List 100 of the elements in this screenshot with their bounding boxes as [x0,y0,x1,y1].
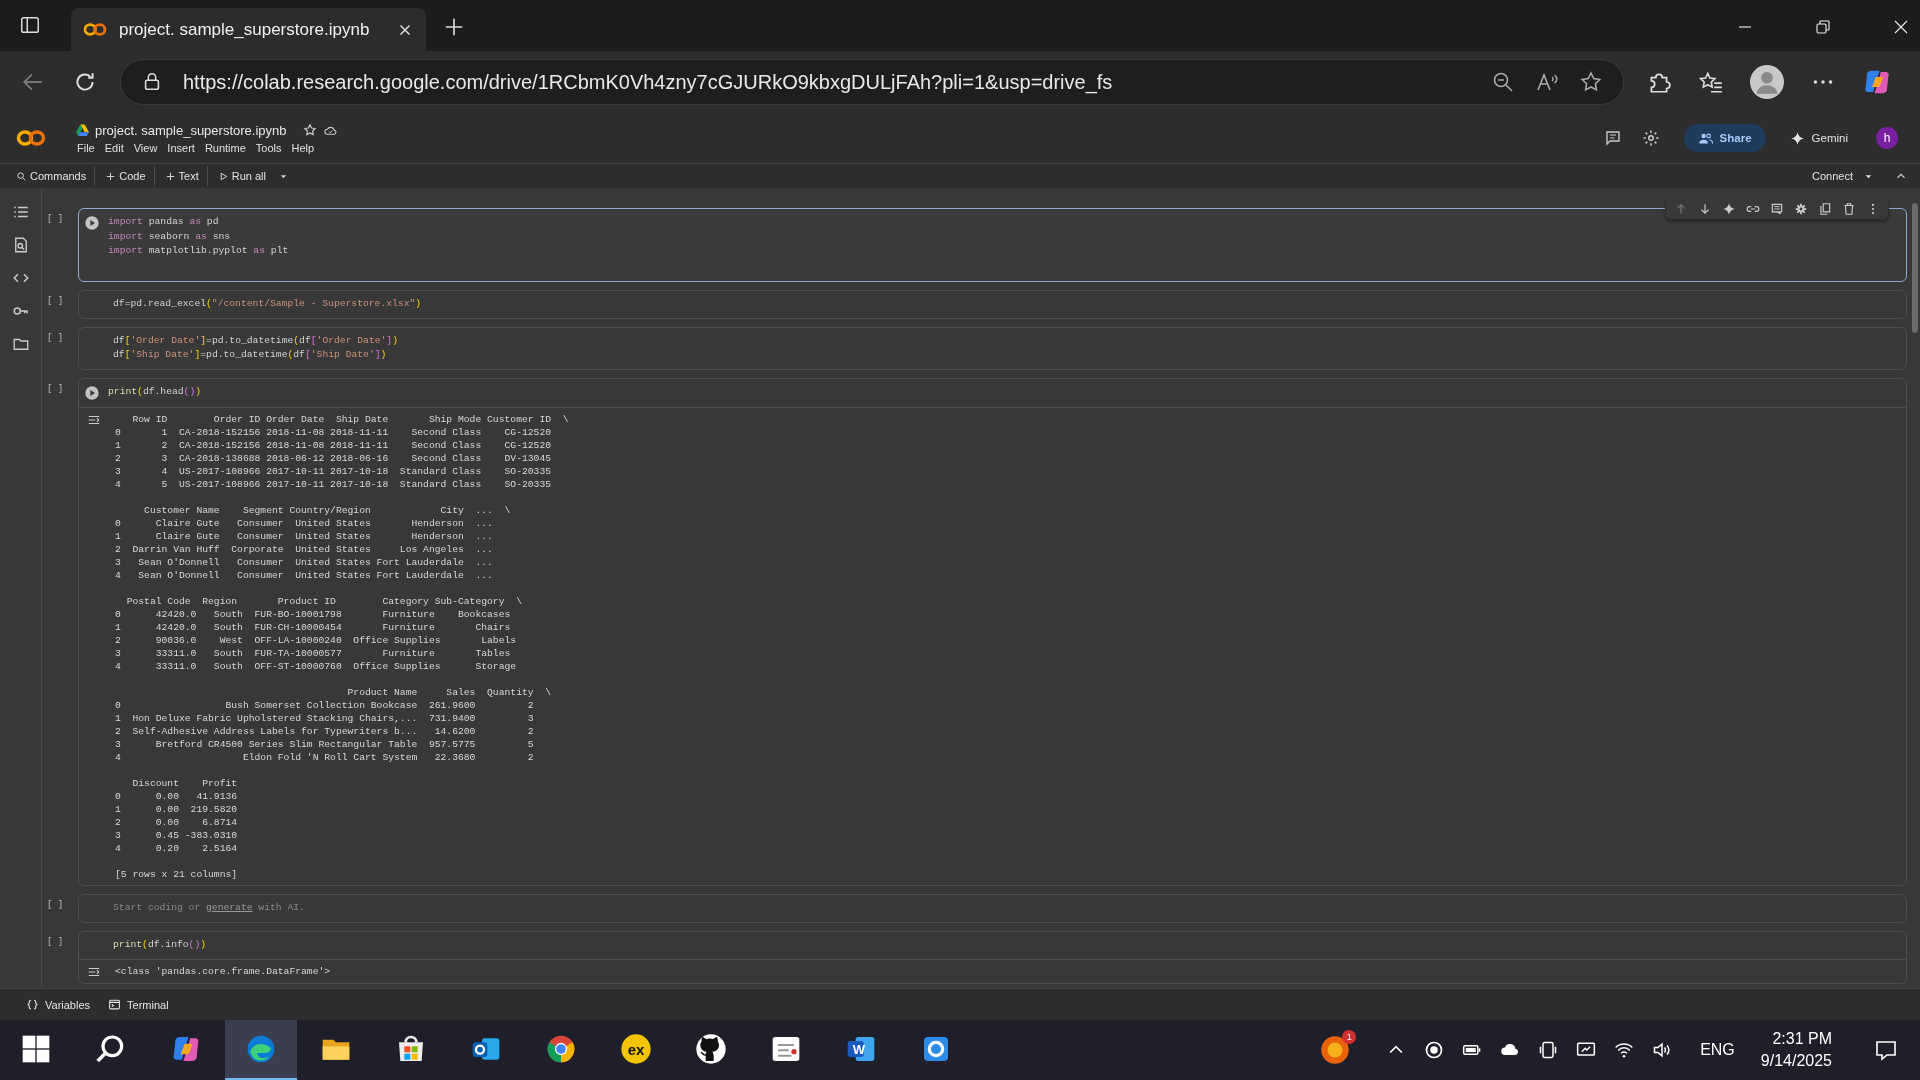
output-line: 4 5 US-2017-108966 2017-10-11 2017-10-18 Standard Class SO-20335 [115,477,552,491]
toolbar-button[interactable]: Code [101,166,155,186]
output-line: 2 3 CA-2018-138688 2018-06-12 2018-06-16 Second Class DV-13045 [115,451,552,465]
execution-count: [ ] [47,936,60,947]
output-line: 0 Bush Somerset Collection Bookcase 261.9600 2 [115,698,535,712]
restore-icon[interactable] [1814,18,1832,36]
wifi-icon[interactable] [1614,1040,1635,1060]
code-cell[interactable]: Start coding or generate with AI. [78,893,1907,923]
trash-icon[interactable] [1842,201,1856,216]
run-icon[interactable] [84,384,100,401]
browser-tab[interactable]: project. sample_superstore.ipynb [71,8,426,51]
toolbar-button[interactable]: Commands [12,166,96,186]
colab-logo-icon [83,22,107,37]
output-line: 4 0.20 2.5164 [115,841,239,855]
phone-icon[interactable] [1538,1040,1559,1060]
menu-item[interactable]: Help [291,141,315,154]
menu-item[interactable]: Edit [104,141,124,154]
code-cell[interactable]: import pandas as pd import seaborn as sns import matplotlib.pyplot as plt [78,208,1907,282]
execution-count: [ ] [47,899,60,910]
output-line: Row ID Order ID Order Date Ship Date Ship Mode Customer ID \ [131,412,569,426]
profile-icon[interactable] [1750,65,1784,99]
output-line: <class 'pandas.core.frame.DataFrame'> [115,964,331,978]
output-line: 3 4 US-2017-108966 2017-10-11 2017-10-18 Standard Class SO-20335 [115,464,552,478]
output-line: 0 42420.0 South FUR-BO-10001798 Furniture Bookcases [115,607,512,621]
taskbar-app[interactable]: ex [600,1020,672,1080]
output-line: 4 33311.0 South OFF-ST-10000760 Office Supplies Storage [115,659,518,673]
output-line: Discount Profit [131,776,239,790]
execution-count: [ ] [47,214,60,224]
menu-item[interactable]: View [133,141,158,154]
notifications-icon[interactable] [1874,1038,1898,1062]
zoom-out-icon[interactable] [1491,70,1515,94]
execution-count: [ ] [47,383,60,394]
toolbar-button[interactable]: Run all [213,166,274,186]
close-icon[interactable] [1892,18,1910,36]
notebook-title[interactable]: project. sample_superstore.ipynb [95,122,287,138]
output-line: Product Name Sales Quantity \ [346,685,552,699]
new-tab-icon[interactable] [443,16,465,38]
toolbar-button[interactable]: Text [160,166,208,186]
sparkle-icon [1789,130,1805,146]
output-line: 1 Claire Gute Consumer United States Henderson ... [115,529,494,543]
clock-time[interactable]: 2:31 PM [1772,1030,1832,1048]
cell-placeholder: Start coding or generate with AI. [113,900,305,915]
generate-link[interactable]: generate [206,901,253,913]
comment-icon[interactable] [1603,129,1622,147]
speaker-icon[interactable] [1652,1040,1673,1060]
output-line: 0 1 CA-2018-152156 2018-11-08 2018-11-11 Second Class CG-12520 [115,425,552,439]
plus-icon [164,170,176,182]
address-bar[interactable]: https://colab.research.google.com/drive/1RCbmK0Vh4zny7cGJURkO9kbxgDULjFAh?pli=1&usp=drive_fs [120,59,1624,105]
output-line: 2 90036.0 West OFF-LA-10000240 Office Supplies Labels [115,633,518,647]
output-line: 1 2 CA-2018-152156 2018-11-08 2018-11-11 Second Class CG-12520 [115,438,552,452]
clock-date[interactable]: 9/14/2025 [1760,1052,1832,1070]
menu-item[interactable]: File [77,141,95,154]
gemini-button[interactable]: Gemini [1775,124,1862,152]
comment-icon[interactable] [1770,201,1784,216]
star-icon[interactable] [302,123,317,137]
output-line: 3 0.45 -383.0310 [115,828,239,842]
share-button[interactable]: Share [1683,124,1766,152]
sidebar-icon[interactable] [19,14,41,36]
favorites-icon[interactable] [1698,69,1724,95]
code-cell[interactable]: df=pd.read_excel("/content/Sample - Superstore.xlsx") [78,289,1907,319]
user-avatar[interactable]: h [1876,127,1898,149]
menu-item[interactable]: Tools [255,141,282,154]
output-line: 0 Claire Gute Consumer United States Henderson ... [115,516,494,530]
record-icon[interactable] [1424,1040,1445,1060]
output-line: 2 Darrin Van Huff Corporate United States Los Angeles ... [115,542,494,556]
code-cell[interactable]: df['Order Date']=pd.to_datetime(df['Order Date']) df['Ship Date']=pd.to_datetime(df['Ship Date']) [78,326,1907,370]
language-indicator[interactable]: ENG [1700,1041,1735,1059]
app-icon[interactable] [1320,1035,1351,1065]
url-text: https://colab.research.google.com/drive/1RCbmK0Vh4zny7cGJURkO9kbxgDULjFAh?pli=1&usp=drive_fs [183,70,1113,94]
notification-badge: 1 [1342,1030,1357,1044]
settings-icon[interactable] [1641,129,1660,147]
run-icon[interactable] [84,215,100,231]
search-icon [16,170,27,182]
scrollbar-thumb[interactable] [1912,203,1918,333]
output-line: Postal Code Region Product ID Category Sub-Category \ [125,594,523,608]
star-icon[interactable] [1579,70,1603,94]
windows-icon [20,1033,52,1065]
panel-button[interactable]: Variables [26,998,91,1011]
taskbar-app[interactable]: W [825,1020,897,1080]
code-line: print(df.head()) [108,384,202,399]
colab-logo-icon[interactable] [16,129,46,147]
code-line: df=pd.read_excel("/content/Sample - Superstore.xlsx") [113,296,422,311]
settings-icon[interactable] [1794,201,1808,216]
code-line: df['Ship Date']=pd.to_datetime(df['Ship Date']) [113,348,388,362]
output-line: 4 Eldon Fold 'N Roll Cart System 22.3680 2 [115,750,535,764]
connect-button[interactable]: Connect [1808,166,1882,186]
menu-item[interactable]: Insert [167,141,195,154]
code-line: print(df.info()) [113,937,207,952]
terminal-icon [108,998,122,1011]
copy-icon[interactable] [1818,201,1832,216]
tab-title: project. sample_superstore.ipynb [119,19,371,40]
code-cell[interactable] [78,377,1907,886]
panel-button[interactable]: Terminal [108,998,169,1011]
code-cell[interactable]: print(df.info()) <class 'pandas.core.frame.DataFrame'> [78,930,1907,984]
code-line: df['Order Date']=pd.to_datetime(df['Order Date']) [113,333,398,348]
browser-icon [545,1033,577,1065]
github-icon [695,1033,727,1065]
browser-icon [245,1033,277,1065]
output-line: 3 33311.0 South FUR-TA-10000577 Furniture Tables [115,646,512,660]
menu-item[interactable]: Runtime [204,141,246,154]
